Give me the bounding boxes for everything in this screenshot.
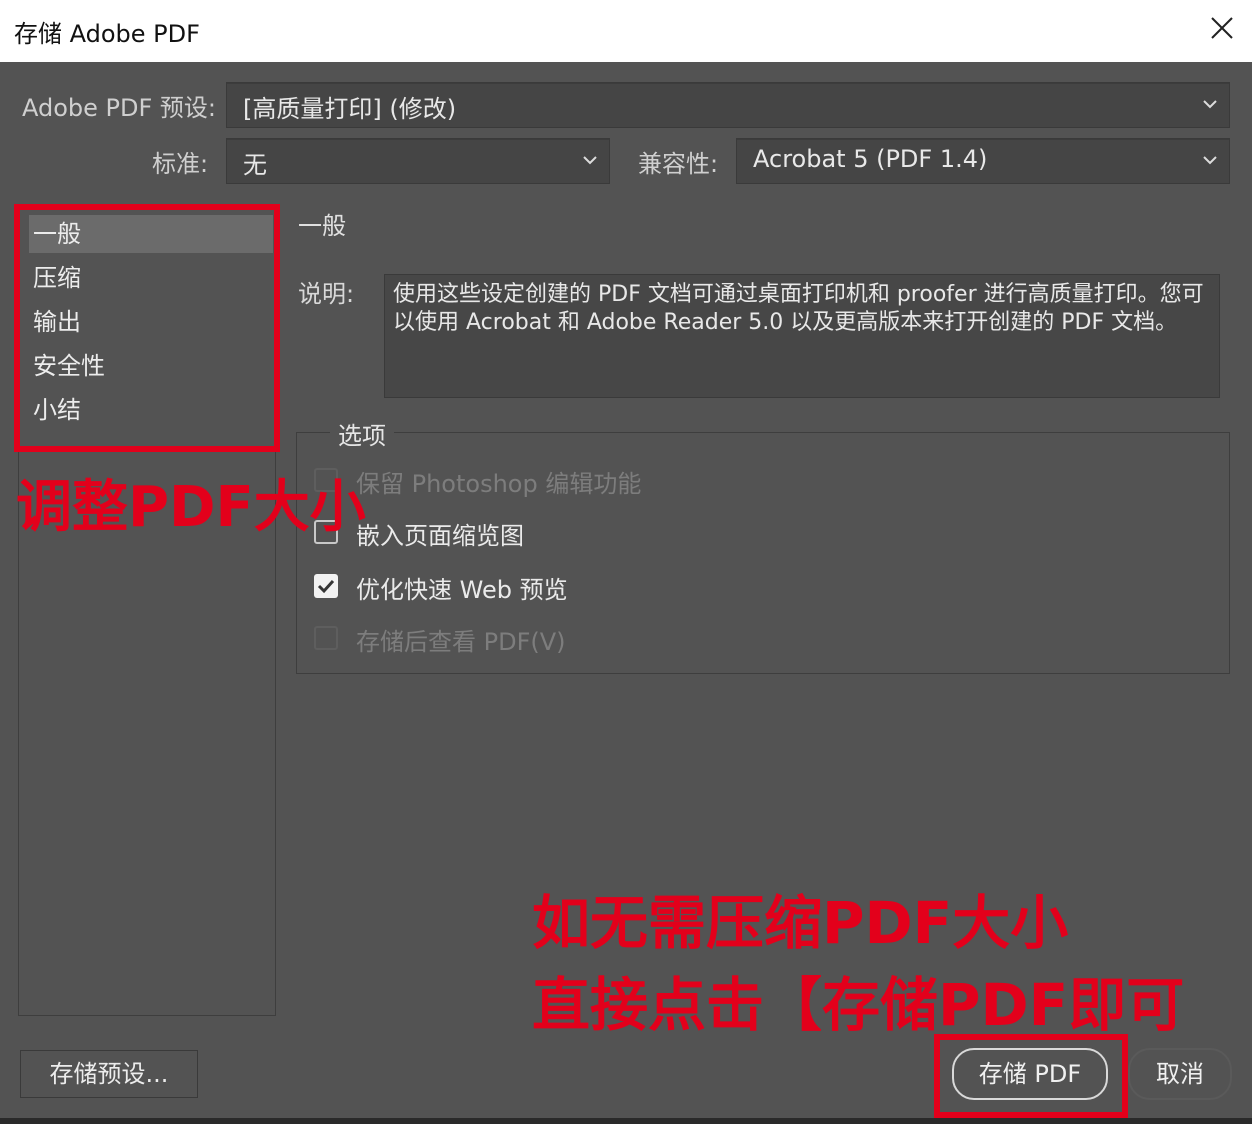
cancel-button[interactable]: 取消: [1128, 1048, 1232, 1100]
checkbox: [314, 626, 338, 650]
compat-label: 兼容性:: [638, 150, 719, 178]
standard-dropdown[interactable]: 无: [226, 138, 610, 184]
bottom-edge: [0, 1118, 1252, 1124]
checkmark-icon: [317, 579, 335, 594]
option-label: 优化快速 Web 预览: [356, 576, 568, 604]
checkbox-checked[interactable]: [314, 574, 338, 598]
compat-dropdown[interactable]: Acrobat 5 (PDF 1.4): [736, 138, 1230, 184]
chevron-down-icon: [1203, 156, 1217, 165]
preset-label: Adobe PDF 预设:: [22, 94, 217, 122]
annotation-left: 调整PDF大小: [16, 475, 366, 540]
chevron-down-icon: [583, 156, 597, 165]
preset-value: [高质量打印] (修改): [243, 95, 457, 123]
option-label: 保留 Photoshop 编辑功能: [356, 470, 642, 498]
close-icon[interactable]: [1208, 14, 1236, 42]
description-text: 使用这些设定创建的 PDF 文档可通过桌面打印机和 proofer 进行高质量打…: [384, 274, 1220, 398]
annotation-bottom-line1: 如无需压缩PDF大小: [532, 889, 1069, 957]
save-preset-button[interactable]: 存储预设...: [20, 1050, 198, 1098]
option-label: 嵌入页面缩览图: [356, 522, 524, 550]
save-highlight-box: [934, 1034, 1128, 1118]
description-label: 说明:: [298, 280, 355, 308]
options-title: 选项: [330, 416, 394, 451]
chevron-down-icon: [1203, 100, 1217, 109]
section-title: 一般: [298, 212, 346, 240]
preset-dropdown[interactable]: [高质量打印] (修改): [226, 82, 1230, 128]
window-title: 存储 Adobe PDF: [14, 20, 200, 48]
standard-value: 无: [243, 151, 267, 179]
option-label: 存储后查看 PDF(V): [356, 628, 566, 656]
title-bar: 存储 Adobe PDF: [0, 0, 1252, 62]
annotation-bottom-line2: 直接点击【存储PDF即可: [532, 971, 1185, 1039]
sidebar-highlight-box: [14, 204, 280, 452]
compat-value: Acrobat 5 (PDF 1.4): [753, 145, 988, 173]
standard-label: 标准:: [152, 150, 209, 178]
